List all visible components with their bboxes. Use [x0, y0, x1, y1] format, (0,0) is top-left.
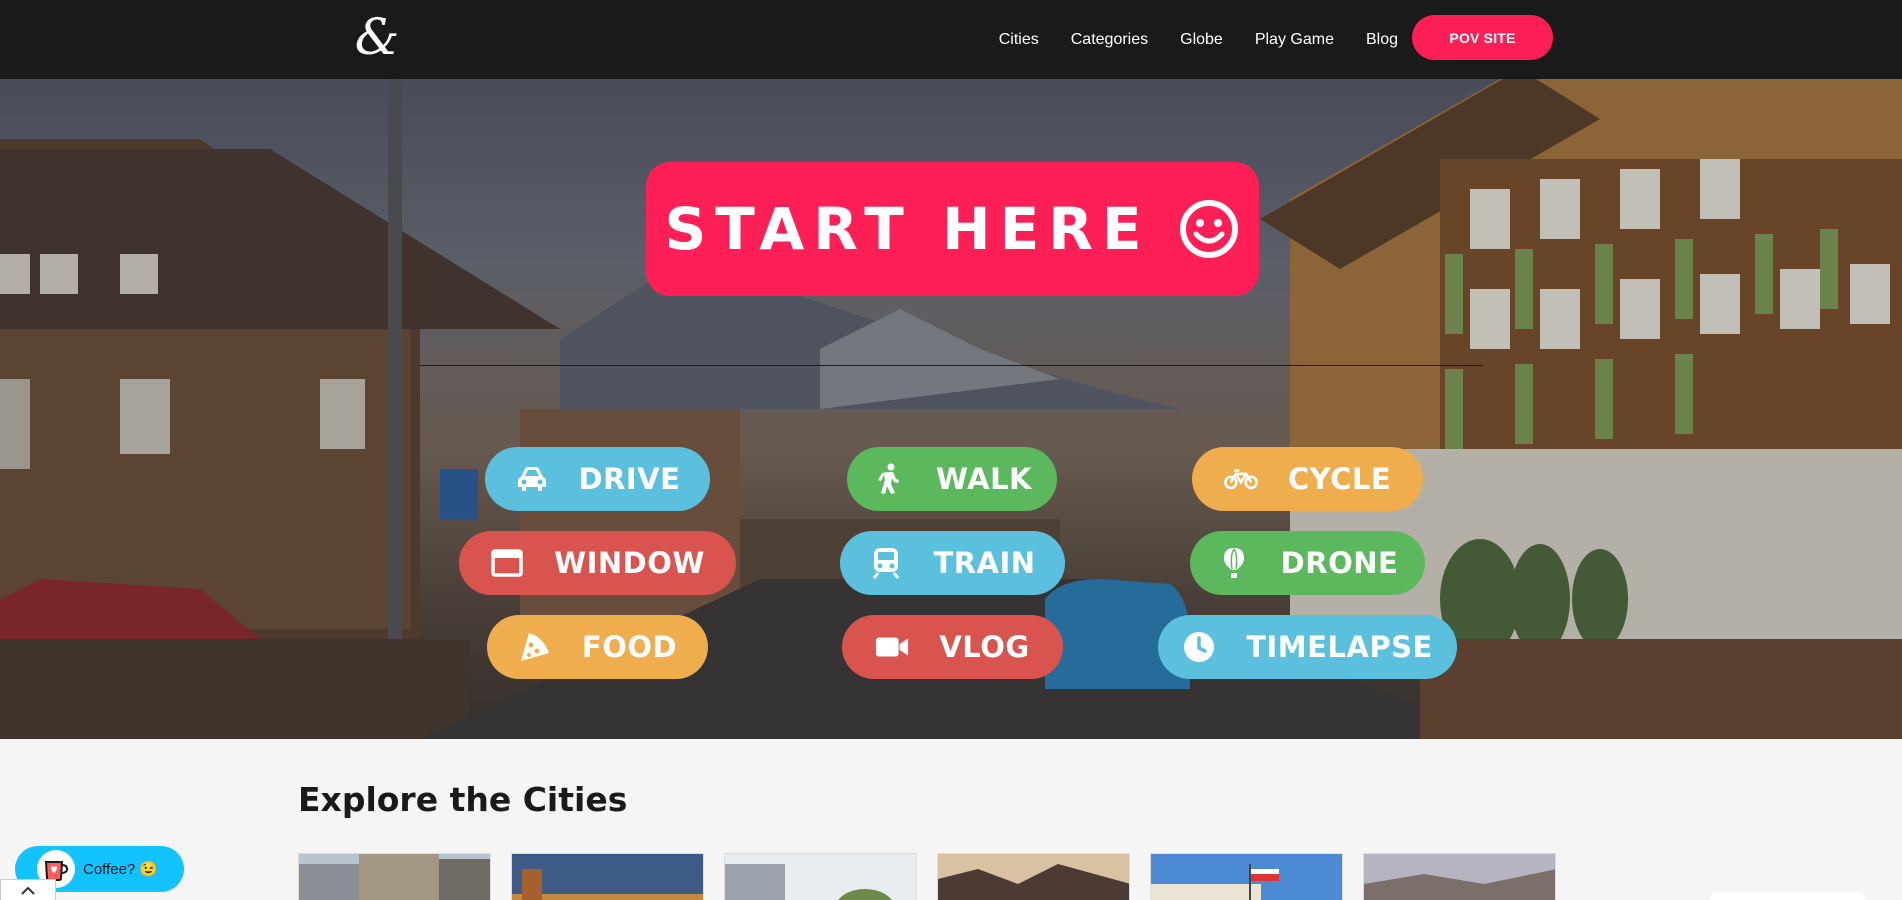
site-logo[interactable]: &	[352, 12, 402, 62]
category-cycle-label: CYCLE	[1287, 462, 1392, 496]
nav-link-cities[interactable]: Cities	[999, 31, 1039, 49]
city-thumbnail[interactable]	[937, 853, 1130, 900]
category-drone-label: DRONE	[1280, 546, 1399, 580]
nav-links: Cities Categories Globe Play Game Blog	[967, 0, 1398, 79]
hot-air-balloon-icon	[1217, 546, 1251, 580]
smile-icon	[1178, 198, 1240, 260]
car-icon	[515, 462, 549, 496]
category-cycle-button[interactable]: CYCLE	[1192, 447, 1423, 511]
category-window-label: WINDOW	[554, 546, 705, 580]
city-thumbnail[interactable]	[511, 853, 704, 900]
city-thumbnail[interactable]	[724, 853, 917, 900]
video-camera-icon	[875, 630, 909, 664]
category-train-button[interactable]: TRAIN	[840, 531, 1065, 595]
city-thumbnail[interactable]	[1150, 853, 1343, 900]
category-vlog-label: VLOG	[939, 630, 1030, 664]
pizza-icon	[518, 630, 552, 664]
nav-link-blog[interactable]: Blog	[1366, 31, 1398, 49]
category-drone-button[interactable]: DRONE	[1190, 531, 1425, 595]
bicycle-icon	[1223, 462, 1258, 496]
walking-person-icon	[872, 462, 906, 496]
navbar: & Cities Categories Globe Play Game Blog…	[0, 0, 1902, 79]
window-icon	[490, 546, 524, 580]
category-drive-label: DRIVE	[578, 462, 681, 496]
category-vlog-button[interactable]: VLOG	[842, 615, 1063, 679]
nav-link-play-game[interactable]: Play Game	[1255, 31, 1334, 49]
explore-cities-heading: Explore the Cities	[298, 780, 628, 819]
category-timelapse-button[interactable]: TIMELAPSE	[1158, 615, 1457, 679]
hero-section: START HERE DRIVE WALK CYCLE WINDOW TRAIN…	[0, 79, 1902, 739]
nav-link-categories[interactable]: Categories	[1071, 31, 1148, 49]
clock-icon	[1182, 630, 1216, 664]
category-walk-button[interactable]: WALK	[847, 447, 1057, 511]
category-food-button[interactable]: FOOD	[487, 615, 708, 679]
category-drive-button[interactable]: DRIVE	[485, 447, 710, 511]
start-here-button[interactable]: START HERE	[646, 162, 1259, 296]
chevron-up-icon	[20, 881, 36, 900]
pov-site-button[interactable]: POV SITE	[1412, 15, 1553, 60]
category-window-button[interactable]: WINDOW	[459, 531, 736, 595]
scroll-up-tab[interactable]	[0, 879, 56, 900]
city-thumbnail[interactable]	[298, 853, 491, 900]
category-food-label: FOOD	[581, 630, 678, 664]
category-timelapse-label: TIMELAPSE	[1246, 630, 1433, 664]
hero-divider	[419, 365, 1483, 366]
city-thumbnail[interactable]	[1363, 853, 1556, 900]
nav-link-globe[interactable]: Globe	[1180, 31, 1223, 49]
train-icon	[869, 546, 903, 580]
category-walk-label: WALK	[935, 462, 1033, 496]
start-here-label: START HERE	[664, 195, 1151, 263]
corner-widget[interactable]	[1710, 892, 1865, 900]
coffee-label: Coffee? 😉	[83, 861, 159, 878]
category-train-label: TRAIN	[933, 546, 1036, 580]
